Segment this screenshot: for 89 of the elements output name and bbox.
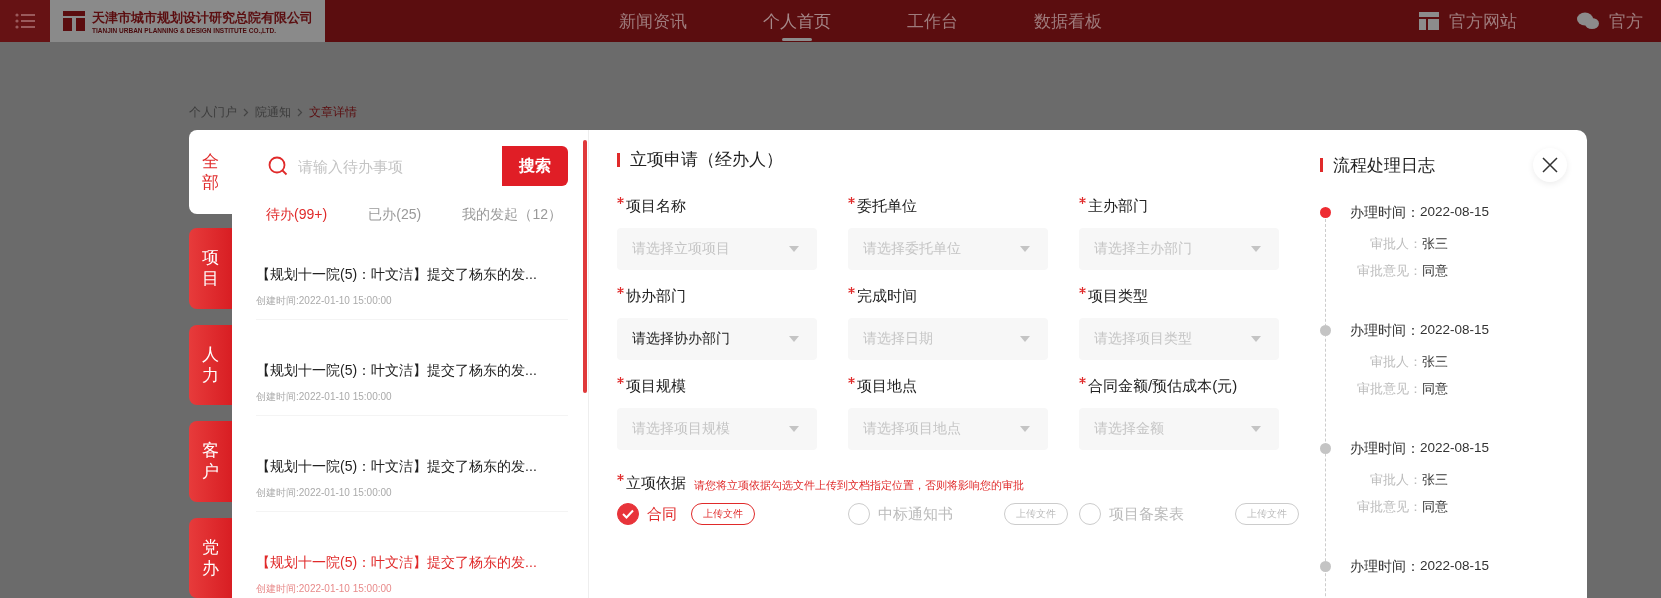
opinion-label: 审批意见： <box>1356 263 1422 280</box>
time-value: 2022-08-15 <box>1420 558 1490 575</box>
close-icon <box>1542 157 1558 173</box>
side-tab[interactable]: 客户 <box>189 421 232 502</box>
chevron-icon <box>243 108 249 117</box>
task-time: 创建时间:2022-01-10 15:00:00 <box>256 486 393 500</box>
opinion-value: 同意 <box>1422 499 1448 516</box>
field-label: 项目地点 <box>857 377 917 396</box>
side-tab[interactable]: 项目 <box>189 228 232 309</box>
caret-icon <box>789 426 799 432</box>
field-label: 项目名称 <box>626 197 686 216</box>
caret-icon <box>789 336 799 342</box>
approver-label: 审批人： <box>1369 236 1422 253</box>
menu-button[interactable] <box>0 0 50 42</box>
header-link[interactable]: 官方 <box>1577 9 1643 33</box>
caret-icon <box>1020 336 1030 342</box>
time-label: 办理时间： <box>1350 440 1420 458</box>
nav-tab[interactable]: 个人首页 <box>731 0 863 42</box>
menu-icon <box>15 13 35 29</box>
select-field[interactable]: 请选择协办部门 <box>617 318 817 360</box>
caret-icon <box>1251 426 1261 432</box>
layout-icon <box>1419 12 1439 30</box>
caret-icon <box>1020 246 1030 252</box>
opinion-value: 同意 <box>1422 263 1448 280</box>
chat-icon <box>1577 12 1599 30</box>
section-title: 流程处理日志 <box>1333 154 1435 177</box>
radio-button[interactable] <box>848 503 870 525</box>
close-button[interactable] <box>1533 148 1567 182</box>
hint-text: 请您将立项依据勾选文件上传到文档指定位置，否则将影响您的审批 <box>694 478 1024 493</box>
logo-name: 天津市城市规划设计研究总院有限公司 <box>92 8 313 27</box>
scrollbar[interactable] <box>583 140 587 393</box>
field-label: 委托单位 <box>857 197 917 216</box>
side-tab[interactable]: 人力 <box>189 324 232 406</box>
radio-button[interactable] <box>1079 503 1101 525</box>
filter-tab[interactable]: 已办(25) <box>368 206 422 224</box>
search-input[interactable]: 请输入待办事项 <box>296 156 480 176</box>
radio-label[interactable]: 中标通知书 <box>878 504 953 524</box>
field-label: 立项依据 <box>626 474 686 493</box>
caret-icon <box>789 246 799 252</box>
opinion-value: 同意 <box>1422 381 1448 398</box>
opinion-label: 审批意见： <box>1356 381 1422 398</box>
time-label: 办理时间： <box>1350 204 1420 222</box>
time-label: 办理时间： <box>1350 558 1420 576</box>
task-title[interactable]: 【规划十一院(5)：叶文洁】提交了杨东的发... <box>256 362 568 380</box>
task-time: 创建时间:2022-01-10 15:00:00 <box>256 582 393 596</box>
nav-tab[interactable]: 新闻资讯 <box>587 0 719 42</box>
logo-icon <box>62 9 86 33</box>
search-icon <box>268 156 288 176</box>
approver-label: 审批人： <box>1369 472 1422 489</box>
approver-label: 审批人： <box>1369 354 1422 371</box>
task-title[interactable]: 【规划十一院(5)：叶文洁】提交了杨东的发... <box>256 458 568 476</box>
field-label: 项目类型 <box>1088 287 1148 306</box>
time-value: 2022-08-15 <box>1420 322 1490 339</box>
time-value: 2022-08-15 <box>1420 204 1490 221</box>
field-label: 项目规模 <box>626 377 686 396</box>
approver-value: 张三 <box>1422 236 1448 253</box>
check-icon <box>622 509 634 519</box>
task-title[interactable]: 【规划十一院(5)：叶文洁】提交了杨东的发... <box>256 266 568 284</box>
caret-icon <box>1020 426 1030 432</box>
field-label: 完成时间 <box>857 287 917 306</box>
nav-tab[interactable]: 工作台 <box>875 0 990 42</box>
upload-button[interactable]: 上传文件 <box>691 503 755 525</box>
task-time: 创建时间:2022-01-10 15:00:00 <box>256 390 393 404</box>
breadcrumb-link[interactable]: 文章详情 <box>309 104 357 121</box>
chevron-icon <box>297 108 303 117</box>
radio-button[interactable] <box>617 503 639 525</box>
filter-tab[interactable]: 待办(99+) <box>266 206 328 224</box>
approver-value: 张三 <box>1422 354 1448 371</box>
task-time: 创建时间:2022-01-10 15:00:00 <box>256 294 393 308</box>
time-label: 办理时间： <box>1350 322 1420 340</box>
field-label: 合同金额/预估成本(元) <box>1088 377 1238 396</box>
search-button[interactable]: 搜索 <box>502 146 568 186</box>
nav-tab[interactable]: 数据看板 <box>1002 0 1134 42</box>
section-title: 立项申请（经办人） <box>630 149 783 171</box>
radio-label[interactable]: 项目备案表 <box>1109 504 1184 524</box>
field-label: 主办部门 <box>1088 197 1148 216</box>
radio-label[interactable]: 合同 <box>647 504 677 524</box>
time-value: 2022-08-15 <box>1420 440 1490 457</box>
search-field[interactable]: 请输入待办事项 <box>256 146 502 186</box>
header-link[interactable]: 官方网站 <box>1419 9 1517 33</box>
task-title[interactable]: 【规划十一院(5)：叶文洁】提交了杨东的发... <box>256 554 568 572</box>
opinion-label: 审批意见： <box>1356 499 1422 516</box>
side-tab[interactable]: 党办 <box>189 517 232 598</box>
approver-value: 张三 <box>1422 472 1448 489</box>
caret-icon <box>1251 336 1261 342</box>
filter-tab[interactable]: 我的发起（12） <box>462 206 562 224</box>
caret-icon <box>1251 246 1261 252</box>
field-label: 协办部门 <box>626 287 686 306</box>
side-tab[interactable]: 全部 <box>189 130 232 215</box>
